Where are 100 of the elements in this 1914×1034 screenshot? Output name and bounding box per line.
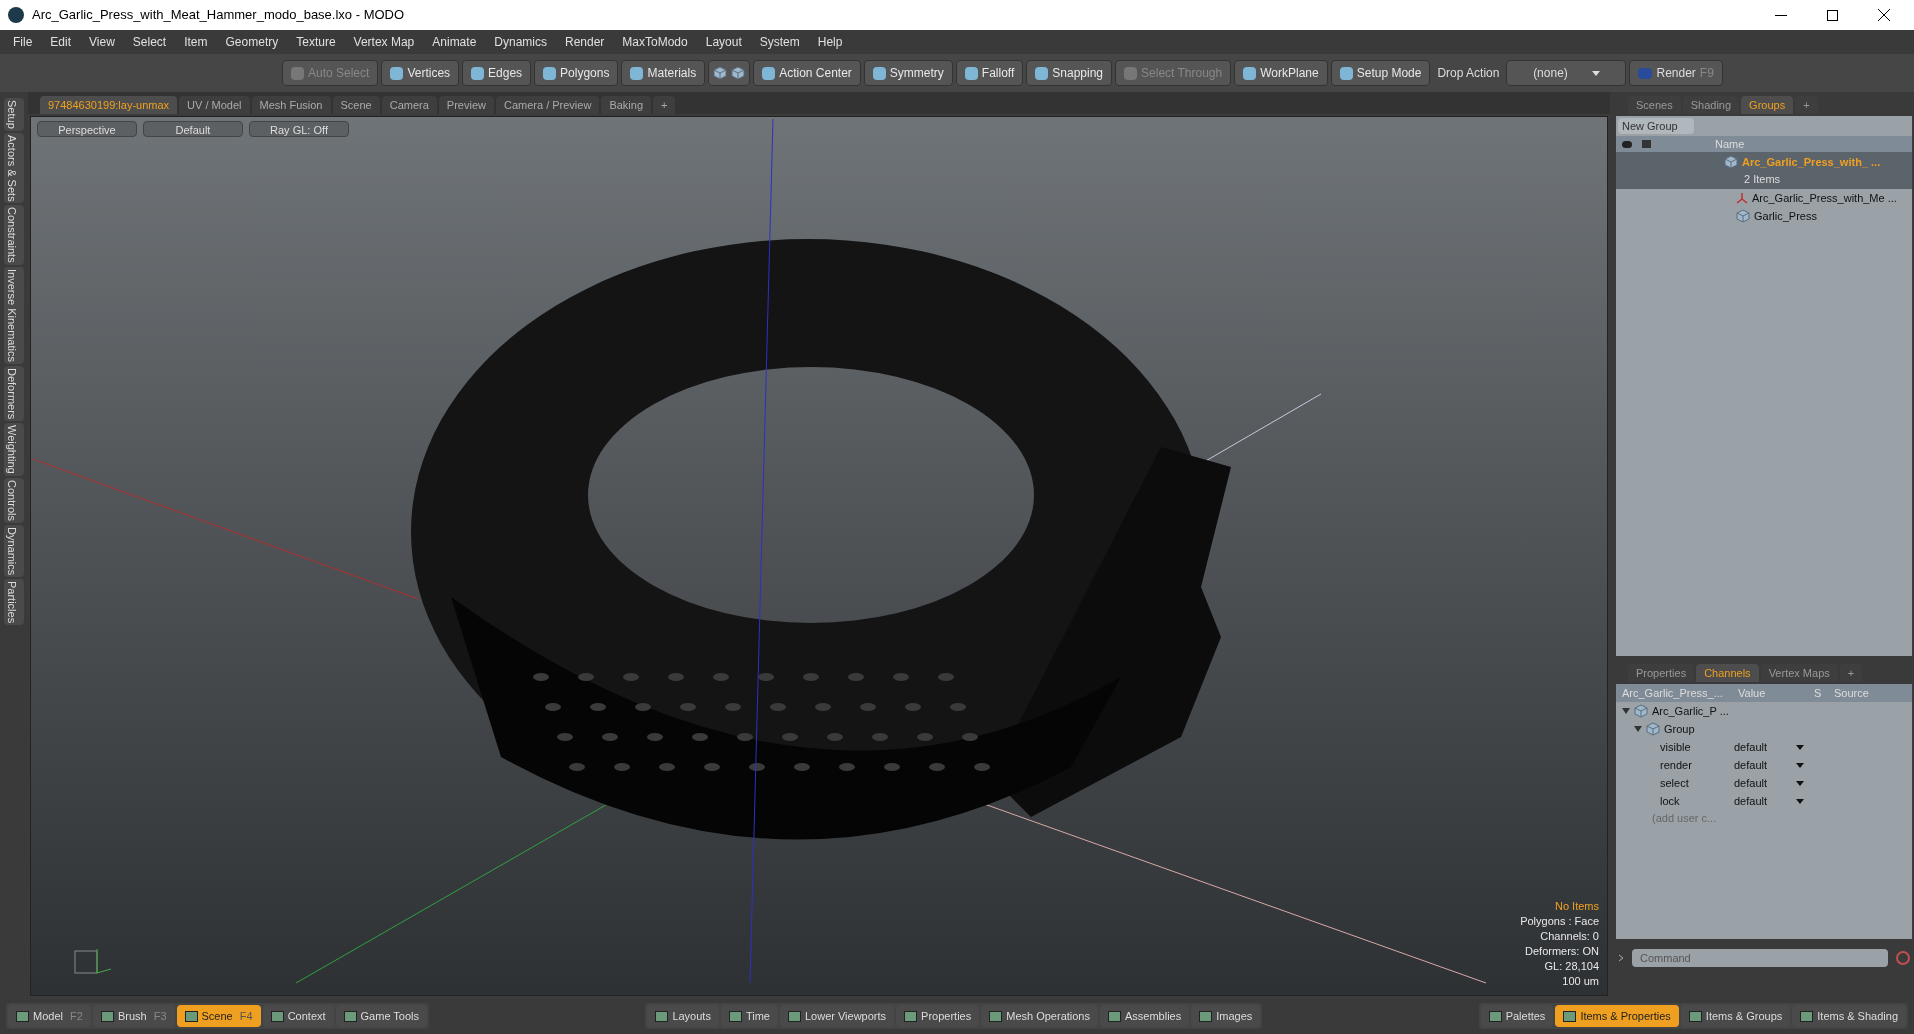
side-tab[interactable]: Controls xyxy=(4,478,24,523)
channel-value-dropdown[interactable]: default xyxy=(1732,792,1808,810)
toolbar-button[interactable]: Polygons xyxy=(534,60,619,86)
tool-icon xyxy=(1243,66,1257,80)
panel-tab[interactable]: Groups xyxy=(1741,96,1794,114)
side-tab[interactable]: Actors & Sets xyxy=(4,132,24,204)
side-tab[interactable]: Constraints xyxy=(4,205,24,266)
layout-button[interactable]: Mesh Operations xyxy=(981,1005,1098,1027)
menu-item[interactable]: Texture xyxy=(287,33,345,51)
layout-button[interactable]: Model F2 xyxy=(8,1005,91,1027)
layout-icon xyxy=(1488,1010,1502,1022)
viewport-tab[interactable]: 97484630199:lay-unmax xyxy=(40,96,178,114)
group-count: 2 Items xyxy=(1743,171,1782,187)
side-tab[interactable]: Inverse Kinematics xyxy=(4,267,24,364)
menu-item[interactable]: File xyxy=(4,33,42,51)
panel-tab[interactable]: Properties xyxy=(1628,664,1695,682)
item-name[interactable]: Group xyxy=(1664,720,1695,738)
layout-button[interactable]: Items & Shading xyxy=(1792,1005,1906,1027)
item-name[interactable]: Garlic_Press xyxy=(1754,207,1817,225)
layout-button[interactable]: Scene F4 xyxy=(176,1005,261,1027)
menu-item[interactable]: Vertex Map xyxy=(344,33,424,51)
viewport-info: GL: 28,104 xyxy=(1544,959,1599,974)
menu-item[interactable]: Geometry xyxy=(216,33,288,51)
toolbar-button[interactable]: Action Center xyxy=(753,60,861,86)
side-tab[interactable]: Setup xyxy=(4,98,24,131)
menu-item[interactable]: View xyxy=(80,33,124,51)
toolbar-button[interactable]: Materials xyxy=(621,60,706,86)
side-tab[interactable]: Dynamics xyxy=(4,525,24,578)
layout-button[interactable]: Context xyxy=(262,1005,334,1027)
drop-action-dropdown[interactable]: (none) xyxy=(1506,60,1627,86)
group-name: Arc_Garlic_Press_with_ ... xyxy=(1742,155,1881,170)
viewport[interactable]: Perspective Default Ray GL: Off No Items Polygons : Face Channels: 0 Deformers: ON GL: 28,104 100 um xyxy=(30,116,1608,996)
viewport-button[interactable]: Perspective xyxy=(37,121,137,137)
tool-icon xyxy=(471,66,485,80)
minimize-icon[interactable] xyxy=(1775,14,1787,16)
toolbar-button[interactable]: WorkPlane xyxy=(1234,60,1328,86)
toolbar-button[interactable]: Symmetry xyxy=(863,60,953,86)
layout-button[interactable]: Layouts xyxy=(647,1005,719,1027)
panel-tab[interactable]: Vertex Maps xyxy=(1760,664,1838,682)
layout-button[interactable]: Properties xyxy=(896,1005,980,1027)
side-tab[interactable]: Deformers xyxy=(4,365,24,422)
channel-value-dropdown[interactable]: default xyxy=(1732,738,1808,756)
viewport-tab[interactable]: Baking xyxy=(601,96,651,114)
channel-value-dropdown[interactable]: default xyxy=(1732,756,1808,774)
menu-item[interactable]: Edit xyxy=(41,33,81,51)
panel-tab[interactable]: + xyxy=(1795,96,1818,114)
toolbar-button[interactable]: Setup Mode xyxy=(1330,60,1431,86)
menu-item[interactable]: Dynamics xyxy=(485,33,556,51)
panel-tab[interactable]: + xyxy=(1839,664,1863,682)
side-tab[interactable]: Weighting xyxy=(4,423,24,477)
panel-tab[interactable]: Scenes xyxy=(1628,96,1681,114)
record-icon[interactable] xyxy=(1896,951,1910,965)
viewport-button[interactable]: Default xyxy=(143,121,243,137)
layout-button[interactable]: Time xyxy=(720,1005,778,1027)
layout-icon xyxy=(184,1010,198,1022)
item-name[interactable]: Arc_Garlic_Press_with_Me ... xyxy=(1752,189,1897,207)
menu-item[interactable]: Animate xyxy=(423,33,486,51)
menu-item[interactable]: MaxToModo xyxy=(613,33,697,51)
layout-button[interactable]: Items & Groups xyxy=(1680,1005,1791,1027)
viewport-button[interactable]: Ray GL: Off xyxy=(249,121,349,137)
layout-button[interactable]: Items & Properties xyxy=(1555,1005,1679,1027)
layout-button[interactable]: Brush F3 xyxy=(92,1005,175,1027)
close-icon[interactable] xyxy=(1878,9,1890,21)
menu-item[interactable]: Render xyxy=(556,33,614,51)
mesh-toggle-button[interactable] xyxy=(708,60,751,86)
toolbar-button[interactable]: Vertices xyxy=(381,60,460,86)
viewport-info: Polygons : Face xyxy=(1520,914,1599,929)
side-tab[interactable]: Particles xyxy=(4,579,24,626)
viewport-tab[interactable]: Scene xyxy=(332,96,380,114)
layout-button[interactable]: Palettes xyxy=(1480,1005,1554,1027)
layout-button[interactable]: Images xyxy=(1191,1005,1261,1027)
viewport-tab[interactable]: Mesh Fusion xyxy=(251,96,331,114)
toolbar-button[interactable]: Falloff xyxy=(955,60,1024,86)
toolbar-button[interactable]: Snapping xyxy=(1026,60,1113,86)
panel-tab[interactable]: Shading xyxy=(1682,96,1740,114)
name-header: Name xyxy=(1715,136,1745,152)
column-header: S xyxy=(1813,685,1823,701)
viewport-tab[interactable]: Camera xyxy=(381,96,437,114)
command-field[interactable]: Command xyxy=(1632,949,1888,967)
new-group-button[interactable]: New Group xyxy=(1618,118,1694,134)
group-row[interactable]: Arc_Garlic_Press_with_ ... 2 Items xyxy=(1616,152,1912,189)
layout-button[interactable]: Lower Viewports xyxy=(779,1005,895,1027)
panel-tab[interactable]: Channels xyxy=(1696,664,1759,682)
menu-item[interactable]: System xyxy=(750,33,809,51)
channel-name: lock xyxy=(1659,793,1681,809)
item-name[interactable]: Arc_Garlic_P ... xyxy=(1652,702,1729,720)
menu-item[interactable]: Select xyxy=(123,33,176,51)
viewport-tab[interactable]: UV / Model xyxy=(179,96,250,114)
menu-item[interactable]: Item xyxy=(175,33,217,51)
layout-button[interactable]: Assemblies xyxy=(1100,1005,1190,1027)
viewport-tab[interactable]: + xyxy=(653,96,676,114)
channel-value-dropdown[interactable]: default xyxy=(1732,774,1808,792)
viewport-tab[interactable]: Camera / Preview xyxy=(495,96,600,114)
maximize-icon[interactable] xyxy=(1827,9,1838,21)
menu-item[interactable]: Layout xyxy=(696,33,751,51)
render-visibility-icon xyxy=(1642,140,1651,148)
toolbar-button[interactable]: Edges xyxy=(462,60,532,86)
layout-button[interactable]: Game Tools xyxy=(335,1005,428,1027)
menu-item[interactable]: Help xyxy=(808,33,852,51)
viewport-tab[interactable]: Preview xyxy=(438,96,494,114)
